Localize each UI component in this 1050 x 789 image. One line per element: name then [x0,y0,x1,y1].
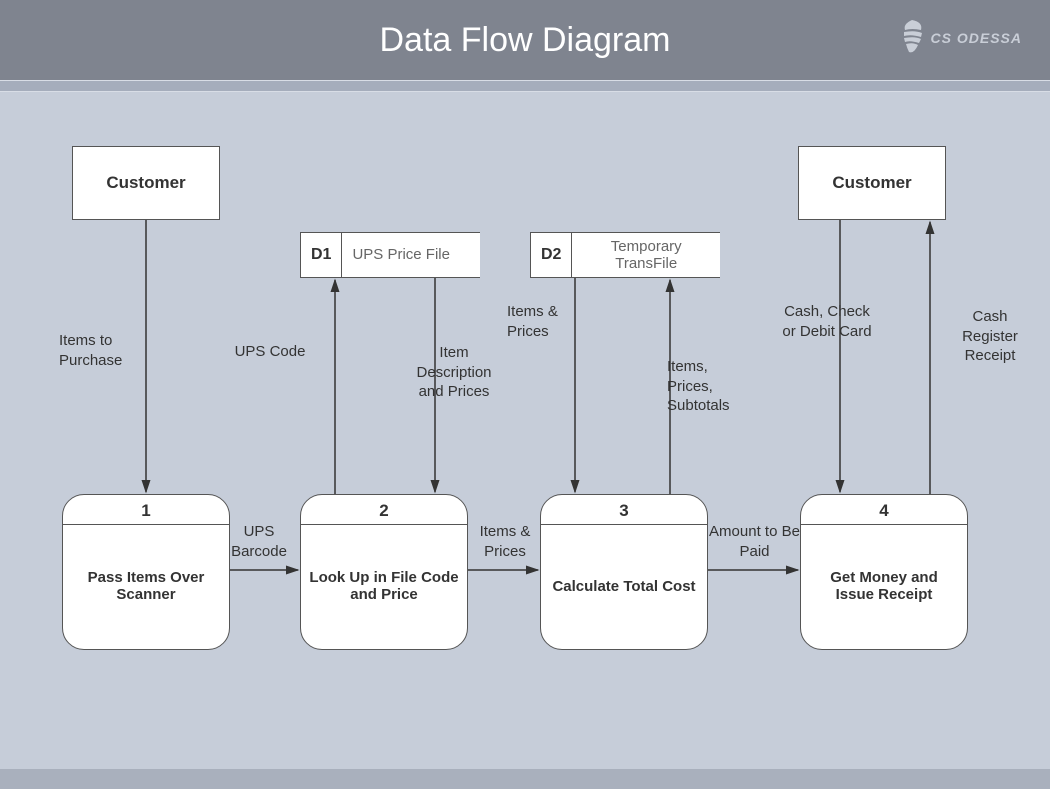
flow-label: UPS Barcode [224,522,294,561]
brand-logo: CS ODESSA [897,18,1022,58]
process-label: Pass Items Over Scanner [63,525,229,647]
entity-customer-left: Customer [72,146,220,220]
datastore-d1: D1 UPS Price File [300,232,480,278]
entity-customer-right: Customer [798,146,946,220]
entity-label: Customer [832,173,911,193]
flow-label: UPS Code [225,342,315,362]
process-num: 3 [541,495,707,525]
logo-icon [897,18,927,58]
datastore-id: D2 [531,233,572,277]
datastore-label: Temporary TransFile [572,233,720,277]
process-label: Calculate Total Cost [541,525,707,647]
process-label: Look Up in File Code and Price [301,525,467,647]
process-2: 2 Look Up in File Code and Price [300,494,468,650]
process-1: 1 Pass Items Over Scanner [62,494,230,650]
flow-label: Amount to Be Paid [707,522,802,561]
flow-label: Items & Prices [470,522,540,561]
process-num: 1 [63,495,229,525]
flow-label: Item Description and Prices [404,343,504,402]
header-band [0,80,1050,92]
flow-label: Items to Purchase [59,331,153,370]
footer-band [0,769,1050,789]
flow-label: Items, Prices, Subtotals [667,357,757,416]
datastore-d2: D2 Temporary TransFile [530,232,720,278]
process-4: 4 Get Money and Issue Receipt [800,494,968,650]
process-3: 3 Calculate Total Cost [540,494,708,650]
process-num: 4 [801,495,967,525]
process-label: Get Money and Issue Receipt [801,525,967,647]
page-title: Data Flow Diagram [380,21,671,60]
brand-text: CS ODESSA [931,30,1022,46]
process-num: 2 [301,495,467,525]
header: Data Flow Diagram CS ODESSA [0,0,1050,80]
entity-label: Customer [106,173,185,193]
flow-label: Cash, Check or Debit Card [782,302,872,341]
diagram-canvas: Customer Customer D1 UPS Price File D2 T… [0,92,1050,789]
flow-label: Items & Prices [507,302,577,341]
datastore-label: UPS Price File [342,233,460,277]
flow-label: Cash Register Receipt [950,307,1030,366]
datastore-id: D1 [301,233,342,277]
